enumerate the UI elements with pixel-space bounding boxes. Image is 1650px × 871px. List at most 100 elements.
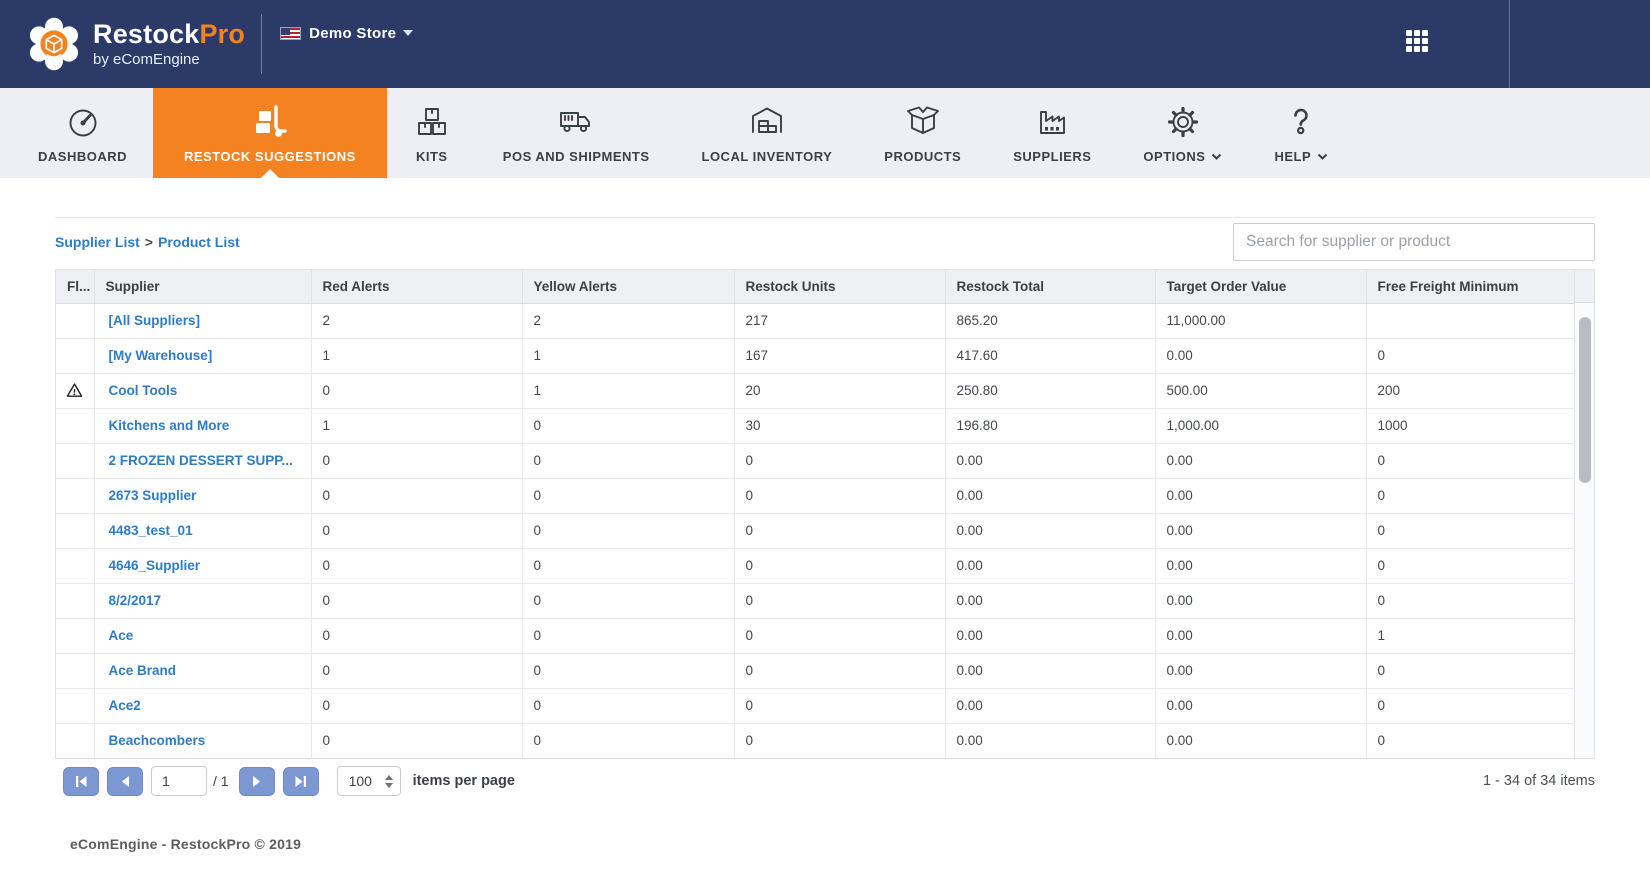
tab-label: DASHBOARD — [38, 149, 127, 164]
tab-options[interactable]: OPTIONS — [1117, 88, 1248, 178]
first-page-button[interactable] — [63, 766, 99, 796]
flag-cell — [56, 408, 95, 444]
supplier-cell: 2 FROZEN DESSERT SUPP... — [94, 443, 312, 479]
table-row: 4646_Supplier 0 0 0 0.00 0.00 0 — [56, 548, 1574, 584]
supplier-link[interactable]: Ace Brand — [109, 663, 177, 678]
cell-red_alerts: 0 — [311, 513, 523, 549]
cell-red_alerts: 0 — [311, 723, 523, 758]
tab-label: SUPPLIERS — [1013, 149, 1092, 164]
cell-target_order_value: 0.00 — [1155, 478, 1367, 514]
cell-restock_units: 0 — [734, 443, 946, 479]
page-number-input[interactable] — [151, 766, 207, 796]
tab-help[interactable]: HELP — [1248, 88, 1354, 178]
question-mark-icon — [1282, 101, 1320, 143]
breadcrumb-product-list-link[interactable]: Product List — [158, 234, 240, 250]
cell-yellow_alerts: 1 — [522, 373, 735, 409]
next-page-button[interactable] — [238, 766, 275, 796]
column-header[interactable]: Red Alerts — [311, 270, 523, 304]
column-header[interactable]: Restock Total — [945, 270, 1156, 304]
column-header[interactable]: Supplier — [94, 270, 312, 304]
tab-pos-and-shipments[interactable]: POS AND SHIPMENTS — [477, 88, 676, 178]
tab-local-inventory[interactable]: LOCAL INVENTORY — [676, 88, 859, 178]
cell-red_alerts: 0 — [311, 583, 523, 619]
page-count-label: / 1 — [213, 773, 229, 789]
flag-cell — [56, 548, 95, 584]
chevron-down-icon — [403, 30, 414, 36]
store-selector[interactable]: Demo Store — [280, 25, 414, 42]
search-input[interactable] — [1233, 223, 1595, 261]
supplier-link[interactable]: 8/2/2017 — [109, 593, 162, 608]
items-per-page-select[interactable]: 100 — [336, 766, 401, 796]
supplier-cell: Ace — [94, 618, 312, 654]
cell-free_freight_minimum: 0 — [1366, 653, 1574, 689]
table-row: Kitchens and More 1 0 30 196.80 1,000.00 1000 — [56, 408, 1574, 444]
column-header[interactable]: Restock Units — [734, 270, 946, 304]
supplier-link[interactable]: 2 FROZEN DESSERT SUPP... — [109, 453, 293, 468]
cell-red_alerts: 0 — [311, 443, 523, 479]
chevron-down-icon — [1317, 153, 1328, 160]
supplier-link[interactable]: 2673 Supplier — [109, 488, 197, 503]
cell-free_freight_minimum: 0 — [1366, 478, 1574, 514]
cell-restock_total: 0.00 — [945, 688, 1156, 724]
cell-yellow_alerts: 0 — [522, 443, 735, 479]
flag-cell — [56, 373, 95, 409]
supplier-link[interactable]: 4483_test_01 — [109, 523, 193, 538]
flag-cell — [56, 478, 95, 514]
items-per-page-label: items per page — [412, 773, 515, 789]
apps-grid-icon[interactable] — [1406, 30, 1428, 52]
supplier-cell: 4646_Supplier — [94, 548, 312, 584]
cell-restock_units: 0 — [734, 478, 946, 514]
scrollbar-track[interactable] — [1575, 303, 1594, 758]
supplier-link[interactable]: Ace — [109, 628, 134, 643]
supplier-cell: [All Suppliers] — [94, 303, 312, 339]
cell-target_order_value: 0.00 — [1155, 688, 1367, 724]
tab-kits[interactable]: KITS — [387, 88, 477, 178]
supplier-link[interactable]: Cool Tools — [109, 383, 178, 398]
cell-target_order_value: 0.00 — [1155, 723, 1367, 758]
supplier-link[interactable]: Beachcombers — [109, 733, 206, 748]
tab-restock-suggestions[interactable]: RESTOCK SUGGESTIONS — [153, 88, 387, 178]
column-header[interactable]: Target Order Value — [1155, 270, 1367, 304]
scrollbar-thumb[interactable] — [1578, 317, 1591, 483]
supplier-link[interactable]: Kitchens and More — [109, 418, 230, 433]
tab-label: OPTIONS — [1143, 149, 1206, 164]
cell-yellow_alerts: 0 — [522, 688, 735, 724]
supplier-link[interactable]: Ace2 — [109, 698, 141, 713]
supplier-cell: 8/2/2017 — [94, 583, 312, 619]
cell-yellow_alerts: 1 — [522, 338, 735, 374]
column-header[interactable]: Yellow Alerts — [522, 270, 735, 304]
cell-restock_total: 865.20 — [945, 303, 1156, 339]
previous-page-button[interactable] — [107, 766, 143, 796]
flag-cell — [56, 653, 95, 689]
tab-dashboard[interactable]: DASHBOARD — [12, 88, 153, 178]
open-box-icon — [904, 101, 942, 143]
cell-target_order_value: 0.00 — [1155, 338, 1367, 374]
main-nav: DASHBOARD RESTOCK SUGGESTIONS KITS POS A… — [0, 88, 1650, 178]
supplier-link[interactable]: [My Warehouse] — [109, 348, 213, 363]
pagination-bar: / 1 100 items per page 1 - 34 of 34 item… — [63, 766, 1595, 796]
supplier-link[interactable]: [All Suppliers] — [109, 313, 201, 328]
supplier-cell: Cool Tools — [94, 373, 312, 409]
column-header[interactable]: Fl... — [56, 270, 95, 304]
cell-restock_total: 0.00 — [945, 513, 1156, 549]
tab-label: PRODUCTS — [884, 149, 962, 164]
breadcrumb-supplier-list-link[interactable]: Supplier List — [55, 234, 140, 250]
cell-target_order_value: 1,000.00 — [1155, 408, 1367, 444]
tab-products[interactable]: PRODUCTS — [858, 88, 987, 178]
factory-icon — [1033, 101, 1071, 143]
supplier-link[interactable]: 4646_Supplier — [109, 558, 201, 573]
flag-cell — [56, 443, 95, 479]
brand-logo[interactable]: RestockPro by eComEngine — [25, 15, 245, 73]
cell-red_alerts: 0 — [311, 618, 523, 654]
tab-suppliers[interactable]: SUPPLIERS — [987, 88, 1117, 178]
cell-restock_units: 0 — [734, 513, 946, 549]
column-header[interactable]: Free Freight Minimum — [1366, 270, 1574, 304]
cell-target_order_value: 0.00 — [1155, 583, 1367, 619]
supplier-cell: Ace2 — [94, 688, 312, 724]
cell-free_freight_minimum: 0 — [1366, 583, 1574, 619]
cell-restock_total: 0.00 — [945, 653, 1156, 689]
cell-red_alerts: 1 — [311, 338, 523, 374]
cell-restock_units: 0 — [734, 688, 946, 724]
cell-restock_units: 217 — [734, 303, 946, 339]
last-page-button[interactable] — [282, 766, 319, 796]
